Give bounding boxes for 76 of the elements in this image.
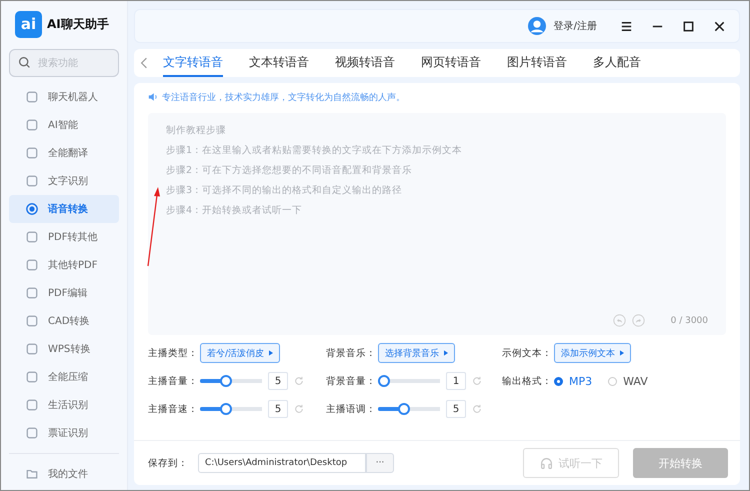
speaker-icon <box>148 92 158 102</box>
value-field[interactable]: 1 <box>446 372 466 390</box>
setting-label: 主播类型： <box>148 346 194 360</box>
square-icon <box>26 427 38 439</box>
square-icon <box>26 175 38 187</box>
square-icon <box>26 259 38 271</box>
character-counter: 0 / 3000 <box>670 316 708 326</box>
value-field[interactable]: 5 <box>446 400 466 418</box>
sidebar-item[interactable]: 文字识别 <box>9 167 119 195</box>
sidebar-item[interactable]: 全能翻译 <box>9 139 119 167</box>
square-icon <box>26 119 38 131</box>
slider-thumb[interactable] <box>398 403 410 415</box>
placeholder-text: 步骤4：开始转换或者试听一下 <box>166 204 302 218</box>
value-field[interactable]: 5 <box>268 372 288 390</box>
tab[interactable]: 多人配音 <box>593 49 641 77</box>
save-path-field[interactable]: C:\Users\Administrator\Desktop <box>198 453 366 473</box>
setting-label: 背景音乐： <box>326 346 372 360</box>
save-label: 保存到： <box>148 456 189 470</box>
square-icon <box>26 343 38 355</box>
placeholder-text: 步骤3：可选择不同的输出的格式和自定义输出的路径 <box>166 184 402 198</box>
sidebar-item[interactable]: 语音转换 <box>9 195 119 223</box>
folder-icon <box>26 468 38 480</box>
sidebar-item[interactable]: PDF编辑 <box>9 279 119 307</box>
search-icon <box>18 56 31 69</box>
tab[interactable]: 文本转语音 <box>249 49 309 77</box>
tab[interactable]: 网页转语音 <box>421 49 481 77</box>
select-button[interactable]: 若兮/活泼俏皮 <box>200 343 280 363</box>
sidebar-item[interactable]: AI智能 <box>9 111 119 139</box>
caret-icon <box>269 350 274 356</box>
tab[interactable]: 视频转语音 <box>335 49 395 77</box>
square-icon <box>26 399 38 411</box>
setting-label: 输出格式： <box>502 374 548 388</box>
select-button[interactable]: 选择背景音乐 <box>378 343 455 363</box>
tab[interactable]: 图片转语音 <box>507 49 567 77</box>
sidebar-item[interactable]: 生活识别 <box>9 391 119 419</box>
sidebar-item[interactable]: 全能压缩 <box>9 363 119 391</box>
setting-label: 主播音速： <box>148 402 194 416</box>
app-title: AI聊天助手 <box>47 16 109 32</box>
sidebar-item[interactable]: 其他转PDF <box>9 251 119 279</box>
sidebar-item[interactable]: CAD转换 <box>9 307 119 335</box>
tab[interactable]: 文字转语音 <box>163 49 223 77</box>
avatar-icon[interactable] <box>528 17 546 35</box>
square-icon <box>26 231 38 243</box>
sidebar-item[interactable]: 票证识别 <box>9 419 119 447</box>
placeholder-text: 制作教程步骤 <box>166 124 226 138</box>
square-icon <box>26 287 38 299</box>
square-icon <box>26 147 38 159</box>
format-radio[interactable]: WAV <box>608 374 648 388</box>
headphones-icon <box>540 456 552 470</box>
placeholder-text: 步骤2：可在下方选择您想要的不同语音配置和背景音乐 <box>166 164 412 178</box>
app-logo: ai <box>15 10 42 38</box>
sidebar-item[interactable]: 聊天机器人 <box>9 83 119 111</box>
browse-button[interactable]: ··· <box>366 453 394 473</box>
search-field[interactable]: 搜索功能 <box>9 49 119 77</box>
slider-thumb[interactable] <box>378 375 390 387</box>
caret-icon <box>444 350 448 356</box>
square-icon <box>26 371 38 383</box>
value-field[interactable]: 5 <box>268 400 288 418</box>
setting-label: 背景音量： <box>326 374 372 388</box>
target-icon <box>26 203 38 215</box>
format-radio[interactable]: MP3 <box>554 374 592 388</box>
setting-label: 主播音量： <box>148 374 194 388</box>
slider-thumb[interactable] <box>220 375 232 387</box>
square-icon <box>26 91 38 103</box>
setting-label: 主播语调： <box>326 402 372 416</box>
login-link[interactable]: 登录/注册 <box>554 19 597 33</box>
tagline-text: 专注语音行业，技术实力雄厚，文字转化为自然流畅的人声。 <box>162 92 405 104</box>
sidebar-item[interactable]: 我的文件 <box>9 460 119 488</box>
sidebar-item[interactable]: WPS转换 <box>9 335 119 363</box>
sidebar-item[interactable]: PDF转其他 <box>9 223 119 251</box>
slider-thumb[interactable] <box>220 403 232 415</box>
placeholder-text: 步骤1：在这里输入或者粘贴需要转换的文字或在下方添加示例文本 <box>166 144 462 158</box>
square-icon <box>26 315 38 327</box>
setting-label: 示例文本： <box>502 346 548 360</box>
caret-icon <box>620 350 624 356</box>
select-button[interactable]: 添加示例文本 <box>554 343 631 363</box>
